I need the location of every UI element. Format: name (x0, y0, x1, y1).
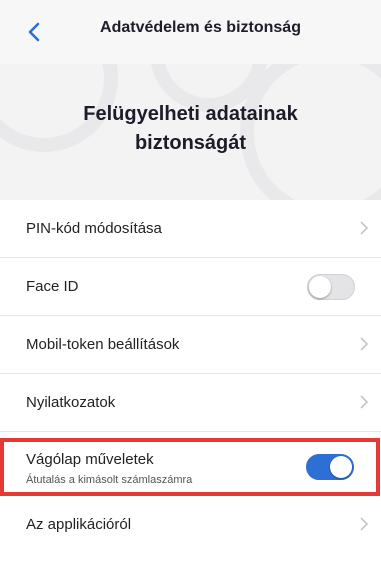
settings-item-label: Face ID (26, 278, 79, 295)
page-title: Adatvédelem és biztonság (100, 19, 301, 36)
back-button[interactable] (22, 18, 46, 46)
settings-item-mobile-token[interactable]: Mobil-token beállítások (0, 316, 381, 374)
settings-item-face-id: Face ID (0, 258, 381, 316)
settings-item-clipboard: Vágólap műveletek Átutalás a kimásolt sz… (0, 438, 380, 496)
toggle-knob (309, 276, 331, 298)
clipboard-toggle[interactable] (306, 454, 354, 480)
header: Adatvédelem és biztonság (0, 0, 381, 64)
settings-item-pin[interactable]: PIN-kód módosítása (0, 200, 381, 258)
toggle-knob (330, 456, 352, 478)
settings-list: PIN-kód módosítása Face ID Mobil-token b… (0, 200, 381, 553)
hero-banner: Felügyelheti adatainak biztonságát (0, 64, 381, 200)
settings-item-declarations[interactable]: Nyilatkozatok (0, 374, 381, 432)
settings-item-label: Az applikációról (26, 516, 132, 533)
settings-item-label: Mobil-token beállítások (26, 336, 180, 353)
face-id-toggle[interactable] (307, 274, 355, 300)
settings-item-label: Nyilatkozatok (26, 394, 116, 411)
chevron-right-icon (360, 337, 369, 351)
settings-item-label: PIN-kód módosítása (26, 220, 162, 237)
settings-item-label: Vágólap műveletek (26, 451, 154, 468)
hero-title: Felügyelheti adatainak biztonságát (83, 103, 298, 154)
chevron-right-icon (360, 221, 369, 235)
settings-item-sublabel: Átutalás a kimásolt számlaszámra (26, 474, 193, 486)
chevron-right-icon (360, 517, 369, 531)
chevron-left-icon (28, 22, 40, 42)
chevron-right-icon (360, 395, 369, 409)
settings-item-about[interactable]: Az applikációról (0, 496, 381, 553)
